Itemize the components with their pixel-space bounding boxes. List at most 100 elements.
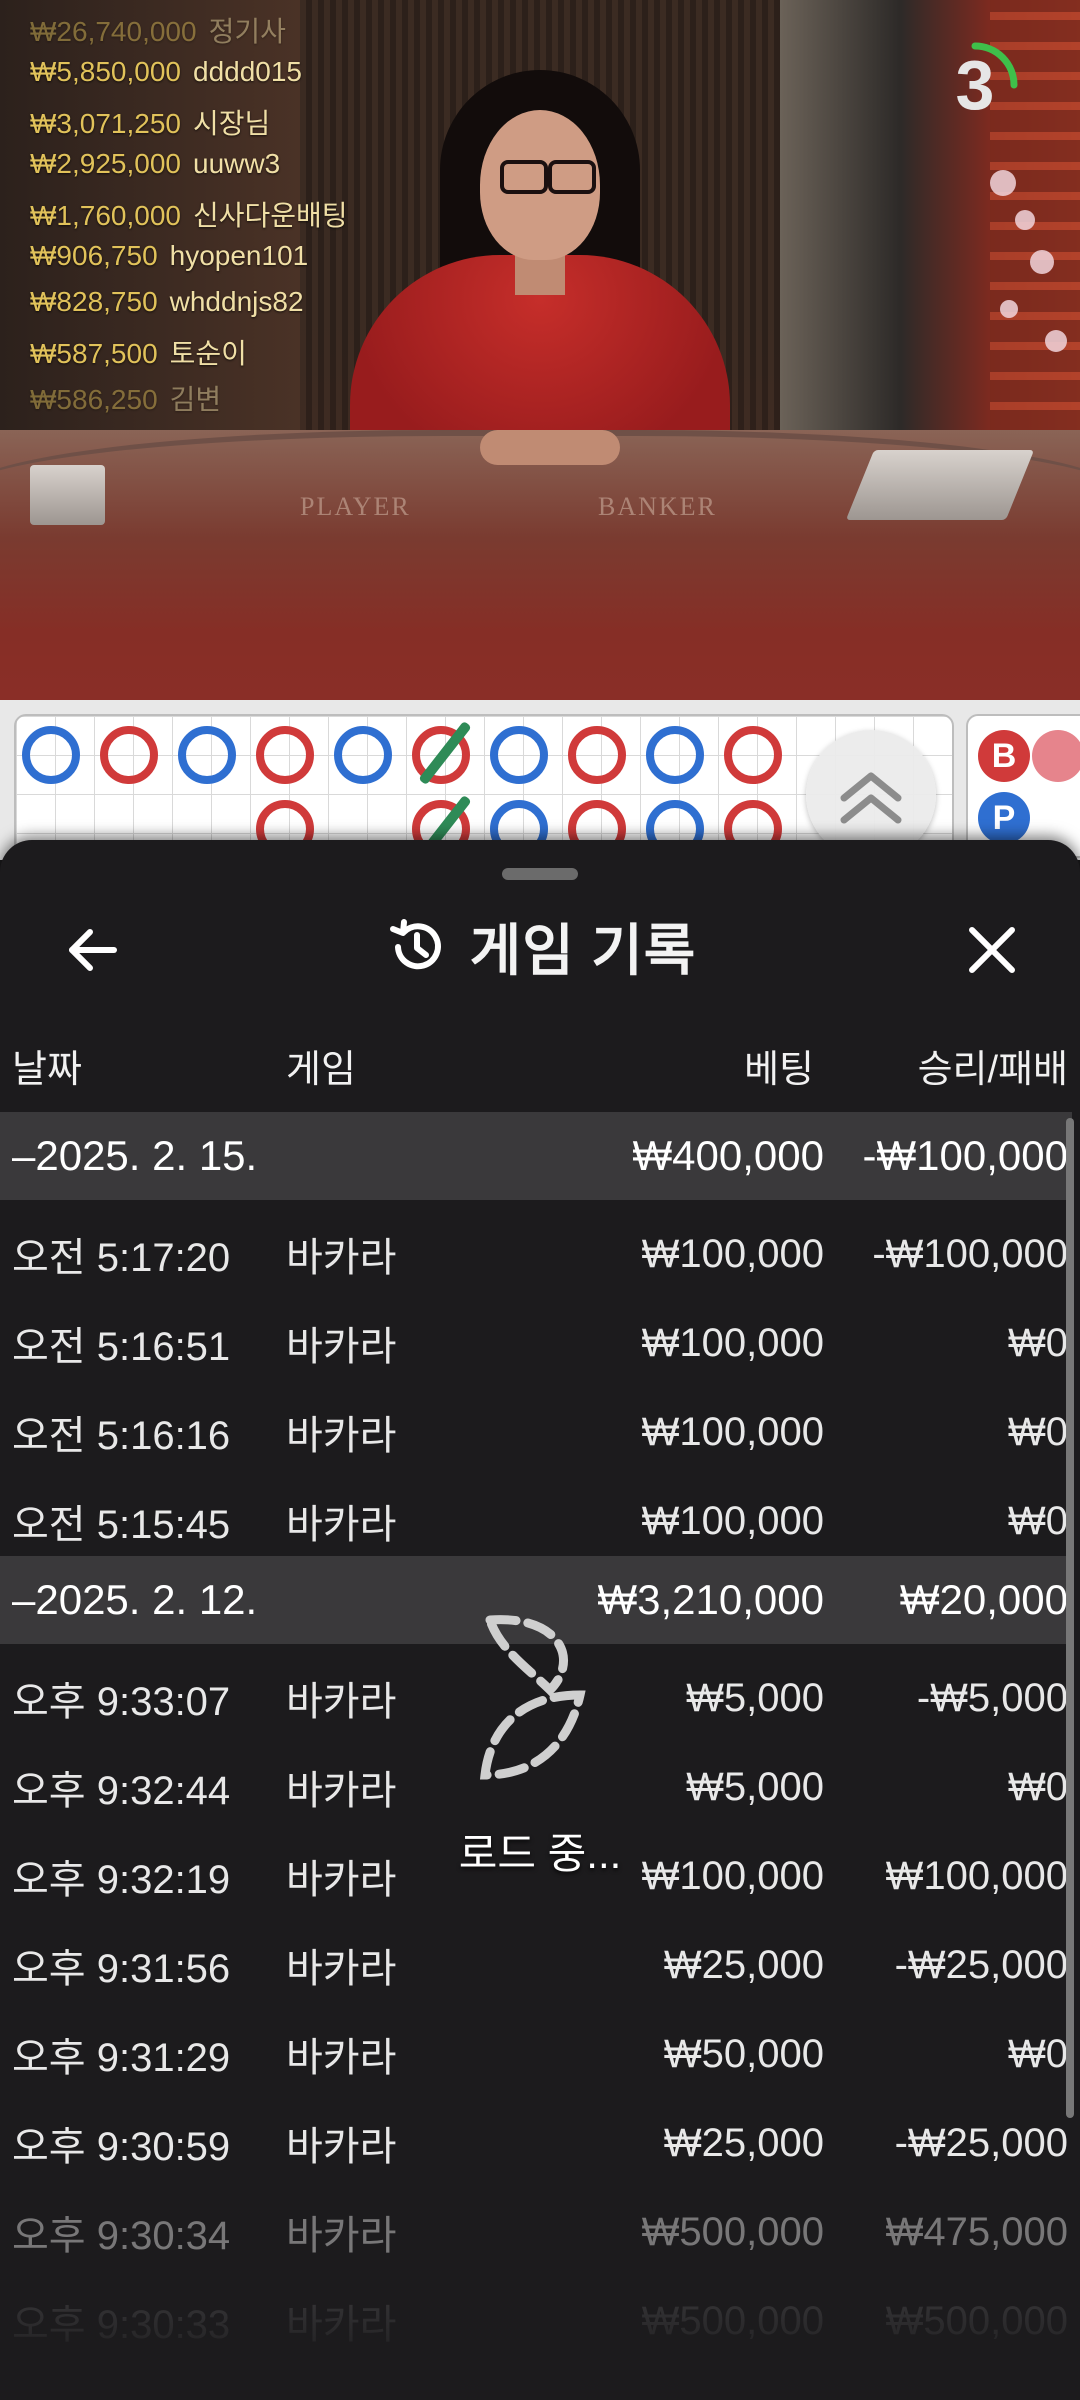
chat-feed-amount: ₩1,760,000 [30,200,181,231]
chat-feed-entry: ₩5,850,000 dddd015 [30,56,302,88]
chat-feed-user: 정기사 [208,16,286,47]
history-scrollbar[interactable] [1066,1118,1074,2118]
road-summary-panel: B P [966,714,1080,858]
chat-feed-user: uuww3 [193,148,281,179]
column-header-bet: 베팅 [744,1049,814,1091]
player-area-label: PLAYER [300,492,411,521]
chat-feed-amount: ₩587,500 [30,338,158,369]
chat-feed-user: 김변 [169,384,222,415]
chat-feed-entry: ₩828,750 whddnjs82 [30,286,304,318]
history-date-group[interactable]: –2025. 2. 15. ₩400,000 -₩100,000 [0,1112,1072,1200]
row-bet: ₩100,000 [641,1320,824,1365]
row-time: 오후 9:32:19 [12,1858,231,1902]
countdown-number: 3 [955,46,995,124]
row-result: -₩5,000 [916,1675,1068,1720]
list-bottom-fade [0,2260,1080,2400]
row-result: -₩25,000 [894,1942,1068,1987]
row-result: ₩100,000 [885,1853,1068,1898]
row-bet: ₩100,000 [641,1409,824,1454]
row-game: 바카라 [286,1414,397,1458]
row-time: 오전 5:16:51 [12,1325,231,1369]
history-row[interactable]: 오후 9:31:56 바카라 ₩25,000 -₩25,000 [0,1921,1072,2009]
dealer-glasses-left [500,160,548,194]
row-result: -₩100,000 [872,1231,1068,1276]
column-header-win-loss: 승리/패배 [917,1049,1068,1091]
row-result: ₩0 [1008,2031,1068,2076]
blossom-decoration [1000,300,1018,318]
blossom-decoration [1030,250,1054,274]
row-game: 바카라 [286,2125,397,2169]
history-row[interactable]: 오전 5:16:51 바카라 ₩100,000 ₩0 [0,1299,1072,1387]
banker-result-bead [724,726,782,784]
chat-feed-entry: ₩906,750 hyopen101 [30,240,308,272]
row-bet: ₩25,000 [663,2120,824,2165]
history-row[interactable]: 오전 5:17:20 바카라 ₩100,000 -₩100,000 [0,1210,1072,1298]
chat-feed-user: 토순이 [169,338,247,369]
chat-feed-entry: ₩2,925,000 uuww3 [30,148,280,180]
row-result: -₩25,000 [894,2120,1068,2165]
column-header-date: 날짜 [12,1049,82,1091]
chat-feed-amount: ₩906,750 [30,240,158,271]
betting-countdown: 3 [930,40,1020,130]
group-date: –2025. 2. 15. [12,1132,258,1179]
row-bet: ₩50,000 [663,2031,824,2076]
row-time: 오후 9:31:56 [12,1947,231,1991]
history-row[interactable]: 오후 9:30:59 바카라 ₩25,000 -₩25,000 [0,2099,1072,2187]
blossom-decoration [990,170,1016,196]
row-result: ₩0 [1008,1409,1068,1454]
player-result-bead [334,726,392,784]
row-game: 바카라 [286,1236,397,1280]
chat-feed-user: whddnjs82 [169,286,304,317]
row-result: ₩0 [1008,1764,1068,1809]
row-time: 오전 5:17:20 [12,1236,231,1280]
sheet-drag-handle[interactable] [502,868,578,880]
chat-feed-user: 시장님 [193,108,271,139]
chat-feed-user: hyopen101 [169,240,309,271]
banker-bead: B [978,730,1030,782]
row-game: 바카라 [286,1503,397,1547]
history-row[interactable]: 오후 9:31:29 바카라 ₩50,000 ₩0 [0,2010,1072,2098]
row-time: 오후 9:30:59 [12,2125,231,2169]
row-result: ₩0 [1008,1320,1068,1365]
group-total-result: ₩20,000 [899,1576,1068,1623]
player-result-bead [178,726,236,784]
player-result-bead [22,726,80,784]
loading-label: 로드 중... [458,1830,622,1877]
player-bead: P [978,792,1030,844]
row-bet: ₩100,000 [641,1498,824,1543]
banker-bead-partial [1032,730,1080,782]
row-bet: ₩100,000 [641,1231,824,1276]
page-title: 게임 기록 [469,919,697,982]
history-row[interactable]: 오전 5:16:16 바카라 ₩100,000 ₩0 [0,1388,1072,1476]
row-time: 오전 5:15:45 [12,1503,231,1547]
history-row[interactable]: 오전 5:15:45 바카라 ₩100,000 ₩0 [0,1477,1072,1565]
card-shoe [845,450,1035,520]
blossom-decoration [1045,330,1067,352]
chat-feed-entry: ₩3,071,250 시장님 [30,102,270,142]
banker-area-label: BANKER [598,492,717,521]
row-bet: ₩25,000 [663,1942,824,1987]
row-time: 오전 5:16:16 [12,1414,231,1458]
row-time: 오후 9:33:07 [12,1680,231,1724]
history-icon [389,918,441,969]
chat-feed-amount: ₩2,925,000 [30,148,181,179]
row-game: 바카라 [286,1947,397,1991]
player-result-bead [490,726,548,784]
dealer-glasses-right [548,160,596,194]
row-result: ₩0 [1008,1498,1068,1543]
chat-feed-entry: ₩1,760,000 신사다운배팅 [30,194,348,234]
banker-result-bead [100,726,158,784]
column-header-game: 게임 [286,1049,356,1091]
group-total-bet: ₩400,000 [632,1132,824,1179]
loading-indicator: 로드 중... [430,1600,650,1880]
banker-result-bead [256,726,314,784]
blossom-decoration [1015,210,1035,230]
chat-feed-user: dddd015 [193,56,303,87]
close-button[interactable] [952,910,1032,990]
chat-feed-amount: ₩586,250 [30,384,158,415]
chat-feed-entry: ₩587,500 토순이 [30,332,247,372]
game-history-sheet: 게임 기록 날짜 게임 베팅 승리/패배 –2025. 2. 15. ₩400,0… [0,840,1080,2400]
group-total-result: -₩100,000 [862,1132,1068,1179]
chat-feed-amount: ₩26,740,000 [30,16,197,47]
chat-feed-user: 신사다운배팅 [193,200,348,231]
